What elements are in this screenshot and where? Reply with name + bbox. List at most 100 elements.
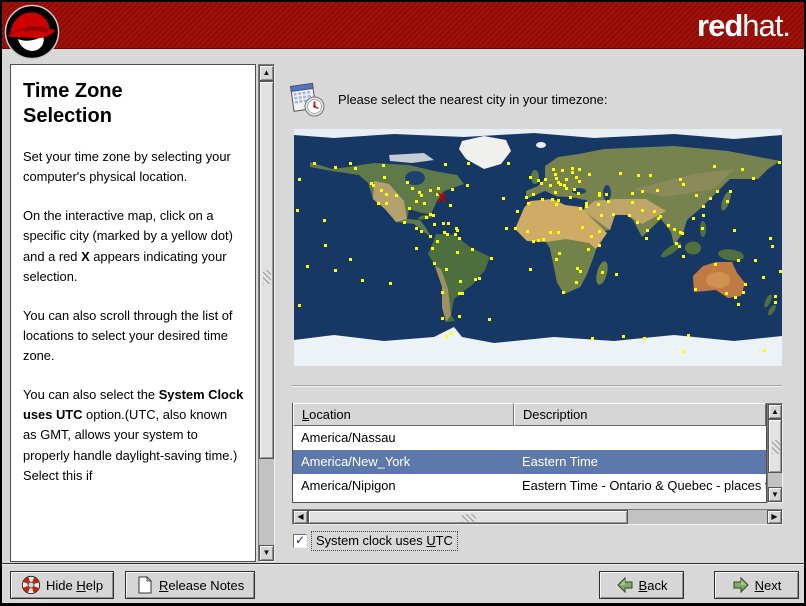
city-dot[interactable] [471,248,475,252]
city-dot[interactable] [584,204,588,208]
city-dot[interactable] [507,162,511,166]
scroll-up-button[interactable]: ▲ [259,65,274,81]
city-dot[interactable] [726,199,730,203]
city-dot[interactable] [577,167,581,171]
city-dot[interactable] [408,207,412,211]
city-dot[interactable] [383,176,387,180]
city-dot[interactable] [570,167,574,171]
city-dot[interactable] [630,192,634,196]
city-dot[interactable] [410,187,414,191]
city-dot[interactable] [576,192,580,196]
city-dot[interactable] [541,198,545,202]
city-dot[interactable] [348,162,352,166]
city-dot[interactable] [460,292,464,296]
city-dot[interactable] [733,228,737,232]
city-dot[interactable] [774,301,778,304]
city-dot[interactable] [744,282,748,286]
city-dot[interactable] [557,230,561,234]
city-dot[interactable] [297,304,301,308]
city-dot[interactable] [597,202,601,206]
scrollbar-thumb[interactable] [259,81,274,459]
city-dot[interactable] [701,205,705,209]
city-dot[interactable] [430,246,434,250]
scroll-right-button[interactable]: ▶ [767,510,782,524]
city-dot[interactable] [333,269,337,273]
city-dot[interactable] [555,203,559,207]
city-dot[interactable] [753,258,757,262]
city-dot[interactable] [641,189,645,193]
city-dot[interactable] [446,232,450,236]
city-dot[interactable] [769,237,773,241]
city-dot[interactable] [449,204,453,208]
city-dot[interactable] [590,337,594,341]
city-dot[interactable] [600,214,604,218]
city-dot[interactable] [736,302,740,306]
city-dot[interactable] [627,213,631,217]
city-dot[interactable] [531,239,535,243]
city-dot[interactable] [429,188,433,192]
city-dot[interactable] [548,184,552,188]
city-dot[interactable] [741,168,745,172]
city-dot[interactable] [762,275,766,279]
release-notes-button[interactable]: Release Notes [125,571,256,599]
city-dot[interactable] [505,226,509,230]
city-dot[interactable] [458,314,462,318]
city-dot[interactable] [574,175,578,179]
city-dot[interactable] [589,234,593,238]
city-dot[interactable] [585,201,589,205]
city-dot[interactable] [741,291,745,295]
city-dot[interactable] [466,161,470,165]
city-dot[interactable] [550,198,554,202]
city-dot[interactable] [635,221,639,225]
scrollbar-thumb[interactable] [768,419,782,473]
scrollbar-thumb[interactable] [308,510,628,524]
city-dot[interactable] [604,193,608,197]
city-dot[interactable] [382,164,386,168]
city-dot[interactable] [736,258,740,262]
city-dot[interactable] [572,187,576,191]
city-dot[interactable] [556,180,560,184]
city-dot[interactable] [489,257,493,261]
city-dot[interactable] [516,209,520,213]
city-dot[interactable] [414,227,418,231]
city-dot[interactable] [622,335,626,339]
city-dot[interactable] [450,187,454,191]
city-dot[interactable] [333,166,337,170]
city-dot[interactable] [457,237,461,241]
city-dot[interactable] [561,291,565,295]
city-dot[interactable] [385,202,389,206]
city-dot[interactable] [709,196,713,200]
scroll-left-button[interactable]: ◀ [293,510,308,524]
city-dot[interactable] [394,194,398,198]
city-dot[interactable] [557,252,561,256]
city-dot[interactable] [432,262,436,266]
city-dot[interactable] [440,316,444,320]
city-dot[interactable] [642,336,646,340]
column-header-description[interactable]: Description [514,403,766,426]
city-dot[interactable] [371,183,375,187]
city-dot[interactable] [612,213,616,217]
help-scrollbar[interactable]: ▲ ▼ [258,64,275,562]
table-row[interactable]: America/New_York Eastern Time [293,450,766,474]
city-dot[interactable] [701,213,705,217]
city-dot[interactable] [570,171,574,175]
city-dot[interactable] [551,167,555,171]
city-dot[interactable] [539,182,543,186]
selected-city-marker[interactable]: X [438,189,447,204]
city-dot[interactable] [694,288,698,292]
city-dot[interactable] [548,230,552,234]
city-dot[interactable] [529,267,533,271]
scroll-down-button[interactable]: ▼ [259,545,274,561]
city-dot[interactable] [771,244,775,248]
city-dot[interactable] [578,179,582,183]
city-dot[interactable] [537,178,540,182]
city-dot[interactable] [528,176,532,180]
utc-checkbox-label[interactable]: System clock uses UTC [311,531,458,551]
city-dot[interactable] [724,292,728,296]
city-dot[interactable] [630,200,634,204]
city-dot[interactable] [636,173,640,177]
city-dot[interactable] [673,228,677,232]
city-dot[interactable] [681,254,685,258]
city-dot[interactable] [526,202,530,206]
city-dot[interactable] [429,234,433,238]
